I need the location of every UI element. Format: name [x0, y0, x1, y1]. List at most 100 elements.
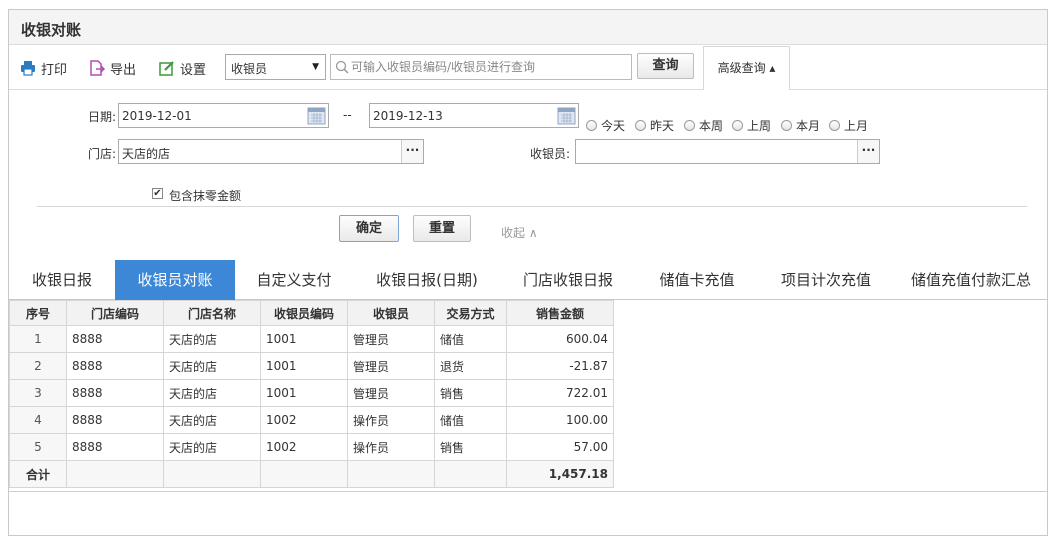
tab-cashier-daily[interactable]: 收银日报 [9, 260, 115, 300]
export-button[interactable]: 导出 [89, 58, 136, 78]
store-code-cell: 8888 [66, 325, 164, 353]
store-name-cell: 天店的店 [163, 325, 261, 353]
table-row[interactable]: 2 8888 天店的店 1001 管理员 退货 -21.87 [9, 352, 614, 380]
radio-this-month[interactable]: 本月 [781, 117, 820, 134]
advanced-query-tab[interactable]: 高级查询 ▴ [703, 46, 790, 91]
footer-divider [9, 491, 1047, 492]
radio-circle-icon [586, 120, 597, 131]
cashier-label: 收银员: [530, 147, 571, 161]
search-input[interactable] [351, 57, 626, 77]
print-button[interactable]: 打印 [20, 58, 67, 78]
table-row[interactable]: 4 8888 天店的店 1002 操作员 储值 100.00 [9, 406, 614, 434]
column-header[interactable]: 序号 [9, 300, 67, 326]
row-index: 2 [9, 352, 67, 380]
cashier-field[interactable]: ··· [575, 139, 880, 164]
include-rounding-label: 包含抹零金额 [169, 189, 242, 203]
tab-recharge-payment-summary[interactable]: 储值充值付款汇总 [893, 260, 1047, 300]
sales-amount-cell: 600.04 [506, 325, 614, 353]
reconciliation-table: 序号 门店编码 门店名称 收银员编码 收银员 交易方式 销售金额 1 8888 … [9, 300, 614, 488]
radio-last-month[interactable]: 上月 [829, 117, 868, 134]
tab-cashier-reconciliation[interactable]: 收银员对账 [115, 260, 235, 300]
tab-custom-payment[interactable]: 自定义支付 [235, 260, 353, 300]
export-label: 导出 [110, 62, 137, 78]
empty-cell [260, 460, 348, 488]
row-index: 1 [9, 325, 67, 353]
radio-circle-icon [732, 120, 743, 131]
tab-store-cashier-daily[interactable]: 门店收银日报 [501, 260, 635, 300]
calendar-icon[interactable] [557, 106, 576, 125]
include-rounding-checkbox[interactable]: ✔ [152, 188, 163, 199]
cashier-cell: 管理员 [347, 352, 435, 380]
cashier-cell: 管理员 [347, 379, 435, 407]
radio-last-week-label: 上周 [747, 119, 772, 133]
collapse-toggle[interactable]: 收起 ∧ [501, 224, 538, 241]
radio-today[interactable]: 今天 [586, 117, 625, 134]
cashier-code-cell: 1001 [260, 379, 348, 407]
transaction-type-cell: 销售 [434, 433, 507, 461]
confirm-button[interactable]: 确定 [339, 215, 399, 242]
sales-amount-cell: 57.00 [506, 433, 614, 461]
title-bar: 收银对账 [9, 10, 1047, 45]
cashier-code-cell: 1001 [260, 352, 348, 380]
radio-circle-icon [829, 120, 840, 131]
transaction-type-cell: 销售 [434, 379, 507, 407]
printer-icon [21, 61, 35, 76]
date-from-field[interactable]: 2019-12-01 [118, 103, 329, 128]
summary-label: 合计 [9, 460, 67, 488]
cashier-code-cell: 1002 [260, 433, 348, 461]
radio-this-month-label: 本月 [796, 119, 821, 133]
column-header[interactable]: 收银员 [347, 300, 435, 326]
tab-cashier-daily-by-date[interactable]: 收银日报(日期) [353, 260, 501, 300]
toolbar: 打印 导出 设置 收银员 ▼ 查询 [9, 46, 1047, 91]
column-header[interactable]: 销售金额 [506, 300, 614, 326]
search-box [330, 54, 632, 80]
cashier-code-cell: 1001 [260, 325, 348, 353]
search-icon [335, 60, 349, 74]
radio-this-week[interactable]: 本周 [684, 117, 723, 134]
cashier-code-cell: 1002 [260, 406, 348, 434]
radio-today-label: 今天 [601, 119, 626, 133]
calendar-icon[interactable] [307, 106, 326, 125]
store-field[interactable]: 天店的店 ··· [118, 139, 424, 164]
sales-amount-cell: 722.01 [506, 379, 614, 407]
table-row[interactable]: 5 8888 天店的店 1002 操作员 销售 57.00 [9, 433, 614, 461]
page-title: 收银对账 [21, 21, 82, 39]
radio-circle-icon [781, 120, 792, 131]
edit-settings-icon [159, 61, 174, 76]
dropdown-arrow-icon: ▼ [312, 62, 319, 72]
column-header[interactable]: 收银员编码 [260, 300, 348, 326]
cashier-cell: 管理员 [347, 325, 435, 353]
store-code-cell: 8888 [66, 379, 164, 407]
column-header[interactable]: 交易方式 [434, 300, 507, 326]
tab-stored-value-recharge[interactable]: 储值卡充值 [635, 260, 759, 300]
store-code-cell: 8888 [66, 406, 164, 434]
table-row[interactable]: 1 8888 天店的店 1001 管理员 储值 600.04 [9, 325, 614, 353]
tab-item-count-recharge[interactable]: 项目计次充值 [759, 260, 893, 300]
radio-circle-icon [635, 120, 646, 131]
radio-yesterday-label: 昨天 [650, 119, 675, 133]
store-label: 门店: [88, 147, 117, 161]
reset-button[interactable]: 重置 [413, 215, 471, 242]
column-header[interactable]: 门店编码 [66, 300, 164, 326]
store-name-cell: 天店的店 [163, 352, 261, 380]
print-label: 打印 [41, 62, 68, 78]
sales-amount-cell: 100.00 [506, 406, 614, 434]
store-value: 天店的店 [122, 147, 171, 161]
store-name-cell: 天店的店 [163, 406, 261, 434]
search-type-value: 收银员 [231, 62, 268, 76]
column-header[interactable]: 门店名称 [163, 300, 261, 326]
radio-yesterday[interactable]: 昨天 [635, 117, 674, 134]
table-row[interactable]: 3 8888 天店的店 1001 管理员 销售 722.01 [9, 379, 614, 407]
cashier-cell: 操作员 [347, 406, 435, 434]
summary-total: 1,457.18 [506, 460, 614, 488]
transaction-type-cell: 储值 [434, 406, 507, 434]
empty-cell [66, 460, 164, 488]
cashier-picker-button[interactable]: ··· [857, 140, 879, 163]
settings-button[interactable]: 设置 [159, 58, 206, 78]
search-type-select[interactable]: 收银员 ▼ [225, 54, 326, 80]
export-icon [90, 60, 105, 76]
query-button[interactable]: 查询 [637, 53, 694, 79]
store-picker-button[interactable]: ··· [401, 140, 423, 163]
radio-last-week[interactable]: 上周 [732, 117, 771, 134]
date-to-field[interactable]: 2019-12-13 [369, 103, 579, 128]
